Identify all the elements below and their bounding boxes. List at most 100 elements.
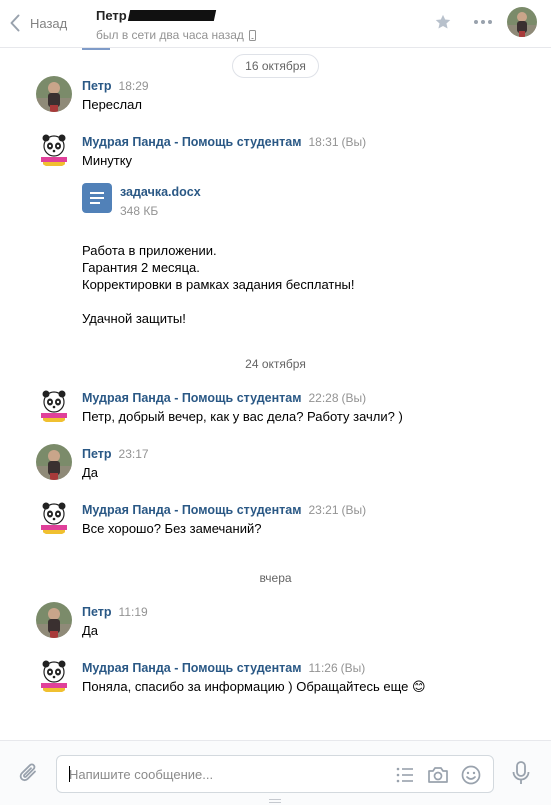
message-line: Корректировки в рамках задания бесплатны… <box>82 277 355 292</box>
smile-emoji: 😊 <box>412 679 426 694</box>
back-label: Назад <box>30 15 68 31</box>
date-pill: 16 октября <box>232 54 319 78</box>
message-text: Поняла, спасибо за информацию ) Обращайт… <box>82 678 522 695</box>
message-header: Петр 23:17 <box>82 447 149 461</box>
message-time[interactable]: 22:28 <box>308 391 338 405</box>
emoji-button[interactable] <box>459 763 483 787</box>
message-text: Минутку задачка.docx 348 КБ Работа в при… <box>82 152 522 327</box>
peer-name: Петр <box>96 8 256 23</box>
person-photo-icon <box>36 444 72 480</box>
person-photo-icon <box>36 602 72 638</box>
more-button[interactable] <box>469 7 497 37</box>
message-line: Гарантия 2 месяца. <box>82 260 200 275</box>
smile-icon <box>461 765 481 785</box>
peer-name-text: Петр <box>96 8 127 23</box>
date-separator: 24 октября <box>0 357 551 371</box>
author-avatar[interactable] <box>36 132 72 168</box>
camera-button[interactable] <box>426 763 450 787</box>
message-header: Петр 18:29 <box>82 79 149 93</box>
author-name[interactable]: Петр <box>82 605 112 619</box>
voice-message-button[interactable] <box>512 761 530 788</box>
peer-status: был в сети два часа назад <box>96 28 256 42</box>
message-time[interactable]: 18:29 <box>119 79 149 93</box>
message-line-text: Поняла, спасибо за информацию ) Обращайт… <box>82 679 409 694</box>
date-separator: вчера <box>0 571 551 585</box>
message-line: Минутку <box>82 153 133 168</box>
message-composer <box>0 740 551 805</box>
author-avatar[interactable] <box>36 388 72 424</box>
date-label: вчера <box>259 571 292 585</box>
paperclip-icon <box>19 763 36 782</box>
chevron-left-icon <box>10 14 20 32</box>
message-input-box[interactable] <box>56 755 494 793</box>
resize-grip[interactable] <box>269 799 281 803</box>
own-marker: (Вы) <box>341 391 367 405</box>
author-avatar[interactable] <box>36 658 72 694</box>
author-avatar[interactable] <box>36 602 72 638</box>
message-text: Да <box>82 464 522 481</box>
message-line: Да <box>82 623 99 638</box>
author-name[interactable]: Петр <box>82 447 112 461</box>
document-icon <box>82 183 112 213</box>
panda-avatar-icon <box>36 658 72 694</box>
author-name[interactable]: Петр <box>82 79 112 93</box>
message-line <box>82 293 522 310</box>
favorite-button[interactable] <box>429 7 457 37</box>
author-name[interactable]: Мудрая Панда - Помощь студентам <box>82 135 301 149</box>
message-input[interactable] <box>69 756 369 792</box>
message-header: Мудрая Панда - Помощь студентам 23:21 (Вы) <box>82 503 366 517</box>
person-photo-icon <box>36 76 72 112</box>
author-name[interactable]: Мудрая Панда - Помощь студентам <box>82 661 301 675</box>
date-label: 24 октября <box>245 357 306 371</box>
microphone-icon <box>512 761 530 784</box>
author-name[interactable]: Мудрая Панда - Помощь студентам <box>82 503 301 517</box>
message-line: Все хорошо? Без замечаний? <box>82 521 262 536</box>
message-text: Петр, добрый вечер, как у вас дела? Рабо… <box>82 408 522 425</box>
camera-icon <box>428 767 448 783</box>
document-name[interactable]: задачка.docx <box>120 184 201 201</box>
redaction-mark <box>127 10 216 21</box>
message-line: Да <box>82 465 99 480</box>
own-marker: (Вы) <box>341 503 367 517</box>
message-text: Да <box>82 622 522 639</box>
document-size: 348 КБ <box>120 204 159 218</box>
message-header: Мудрая Панда - Помощь студентам 11:26 (Вы) <box>82 661 365 675</box>
message-text: Все хорошо? Без замечаний? <box>82 520 522 537</box>
header-actions <box>417 7 537 37</box>
message-line: Поняла, спасибо за информацию ) Обращайт… <box>82 678 522 695</box>
message-time[interactable]: 18:31 <box>308 135 338 149</box>
message-header: Мудрая Панда - Помощь студентам 22:28 (Вы) <box>82 391 366 405</box>
message-line: Петр, добрый вечер, как у вас дела? Рабо… <box>82 409 403 424</box>
message-history[interactable]: 16 октября Петр 18:29 Переслал Мудрая Па… <box>0 48 551 740</box>
panda-avatar-icon <box>36 388 72 424</box>
peer-info[interactable]: Петр был в сети два часа назад <box>96 8 256 42</box>
input-actions <box>384 763 483 787</box>
date-separator: 16 октября <box>0 54 551 78</box>
author-name[interactable]: Мудрая Панда - Помощь студентам <box>82 391 301 405</box>
attach-button[interactable] <box>18 761 40 788</box>
templates-button[interactable] <box>393 763 417 787</box>
author-avatar[interactable] <box>36 500 72 536</box>
author-avatar[interactable] <box>36 76 72 112</box>
message-time[interactable]: 23:21 <box>308 503 338 517</box>
panda-avatar-icon <box>36 500 72 536</box>
message-line: Удачной защиты! <box>82 311 186 326</box>
message-time[interactable]: 11:19 <box>119 605 148 619</box>
own-marker: (Вы) <box>341 135 367 149</box>
more-dots-icon <box>474 20 492 24</box>
message-header: Мудрая Панда - Помощь студентам 18:31 (Вы) <box>82 135 366 149</box>
back-button[interactable]: Назад <box>10 12 67 34</box>
peer-avatar[interactable] <box>507 7 537 37</box>
message-line: Работа в приложении. <box>82 243 217 258</box>
phone-icon <box>248 29 256 41</box>
chat-header: Назад Петр был в сети два часа назад <box>0 0 551 48</box>
person-photo-icon <box>507 7 537 37</box>
peer-status-text: был в сети два часа назад <box>96 28 244 42</box>
previous-attachment-edge <box>82 48 110 50</box>
document-attachment[interactable]: задачка.docx 348 КБ <box>82 183 522 220</box>
message-time[interactable]: 11:26 <box>308 661 337 675</box>
author-avatar[interactable] <box>36 444 72 480</box>
message-time[interactable]: 23:17 <box>119 447 149 461</box>
message-line: Переслал <box>82 97 142 112</box>
panda-avatar-icon <box>36 132 72 168</box>
